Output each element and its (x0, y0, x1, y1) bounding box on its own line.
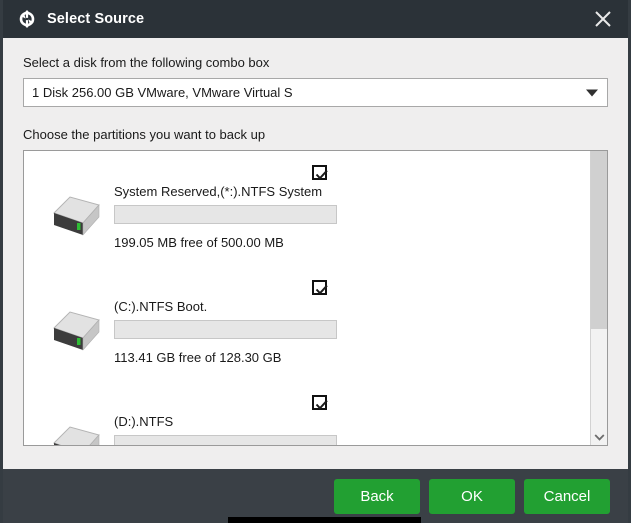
partition-checkbox[interactable] (312, 395, 328, 410)
partition-list-scrollbar[interactable] (590, 151, 607, 445)
disk-combo-box[interactable]: 1 Disk 256.00 GB VMware, VMware Virtual … (23, 78, 608, 107)
move-resize-arrows-icon (17, 9, 37, 29)
hard-drive-icon (44, 308, 104, 354)
partition-usage-bar (114, 205, 337, 224)
list-item[interactable]: System Reserved,(*:).NTFS System 199.05 … (24, 151, 590, 266)
disk-combo-value: 1 Disk 256.00 GB VMware, VMware Virtual … (32, 85, 293, 100)
hard-drive-icon (44, 193, 104, 239)
chevron-down-icon[interactable] (591, 428, 607, 445)
partition-list: System Reserved,(*:).NTFS System 199.05 … (24, 151, 590, 445)
title-bar: Select Source (3, 0, 628, 38)
dialog-content: Select a disk from the following combo b… (3, 38, 628, 469)
partition-name: (C:).NTFS Boot. (114, 299, 208, 314)
partition-free-space: 113.41 GB free of 128.30 GB (114, 350, 282, 365)
dialog-footer: Back OK Cancel (3, 469, 628, 523)
cancel-button[interactable]: Cancel (524, 478, 610, 514)
partition-checkbox[interactable] (312, 280, 328, 295)
list-item[interactable]: (D:).NTFS (24, 381, 590, 445)
chevron-down-icon (586, 89, 598, 96)
partition-usage-bar (114, 320, 337, 339)
partition-free-space: 199.05 MB free of 500.00 MB (114, 235, 284, 250)
disk-select-label: Select a disk from the following combo b… (23, 55, 270, 70)
window-title: Select Source (47, 11, 145, 27)
desktop-bottom-strip (228, 517, 421, 523)
partition-list-panel: System Reserved,(*:).NTFS System 199.05 … (23, 150, 608, 446)
select-source-dialog: Select Source Select a disk from the fol… (0, 0, 631, 523)
back-button[interactable]: Back (334, 478, 420, 514)
partition-checkbox[interactable] (312, 165, 328, 180)
ok-button[interactable]: OK (429, 478, 515, 514)
partition-usage-bar (114, 435, 337, 445)
partitions-label: Choose the partitions you want to back u… (23, 127, 266, 142)
scrollbar-thumb[interactable] (591, 151, 607, 329)
partition-scroll-area: System Reserved,(*:).NTFS System 199.05 … (24, 151, 590, 445)
close-icon[interactable] (588, 4, 618, 34)
hard-drive-icon (44, 423, 104, 445)
list-item[interactable]: (C:).NTFS Boot. 113.41 GB free of 128.30… (24, 266, 590, 381)
partition-name: (D:).NTFS (114, 414, 174, 429)
partition-name: System Reserved,(*:).NTFS System (114, 184, 323, 199)
